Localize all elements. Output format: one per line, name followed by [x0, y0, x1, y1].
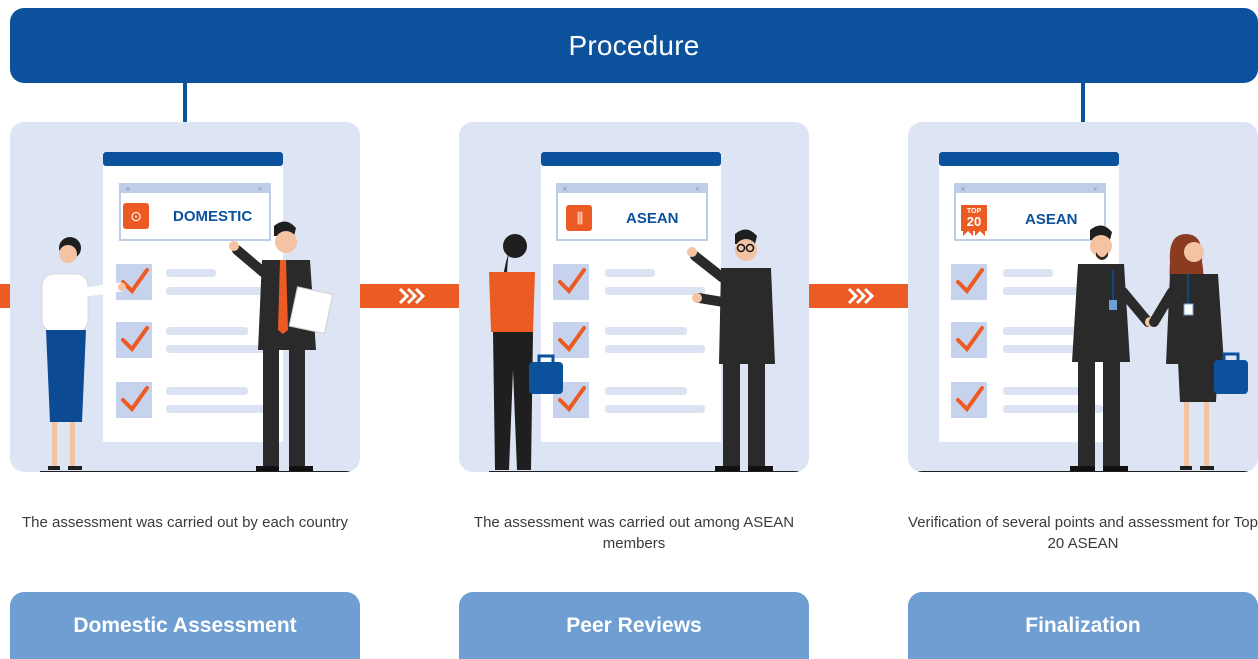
svg-text:«: «	[1093, 185, 1097, 193]
finalization-button[interactable]: Finalization	[908, 592, 1258, 659]
badge-label: ASEAN	[626, 209, 679, 227]
svg-text:«: «	[258, 185, 262, 193]
step-description: The assessment was carried out among ASE…	[473, 514, 795, 552]
badge-top20-asean: TOP 20 ASEAN	[961, 202, 1101, 242]
procedure-banner: Procedure	[10, 8, 1258, 83]
arrow-stub	[0, 284, 10, 308]
svg-text:×: ×	[562, 185, 568, 193]
connector-line-right	[1081, 44, 1085, 122]
badge-asean: ⫼ ASEAN	[566, 202, 706, 234]
step-description: Verification of several points and asses…	[908, 514, 1258, 552]
card-domestic: × « ⊙ DOMESTIC	[10, 122, 360, 472]
woman-figure	[1149, 234, 1248, 470]
flow-arrow	[809, 284, 909, 308]
peer-reviews-button[interactable]: Peer Reviews	[459, 592, 809, 659]
card-peer-reviews: × « ⫼ ASEAN	[459, 122, 809, 472]
svg-text:×: ×	[125, 185, 131, 193]
badge-label: ASEAN	[1025, 210, 1078, 228]
domestic-assessment-button[interactable]: Domestic Assessment	[10, 592, 360, 659]
badge-icon-number: 20	[966, 214, 982, 229]
card-finalization: × « TOP 20 ASEAN	[908, 122, 1258, 472]
connector-line-left	[183, 44, 187, 122]
step-description: The assessment was carried out by each c…	[22, 514, 348, 531]
svg-text:«: «	[695, 185, 699, 193]
flow-arrow	[360, 284, 460, 308]
asean-emblem-icon: ⫼	[566, 205, 592, 231]
badge-label: DOMESTIC	[173, 207, 253, 225]
badge-domestic: ⊙ DOMESTIC	[123, 200, 263, 232]
svg-text:×: ×	[960, 185, 966, 193]
banner-title: Procedure	[568, 29, 700, 61]
location-pin-icon: ⊙	[123, 203, 149, 229]
top20-ribbon-icon: TOP 20	[961, 205, 987, 239]
